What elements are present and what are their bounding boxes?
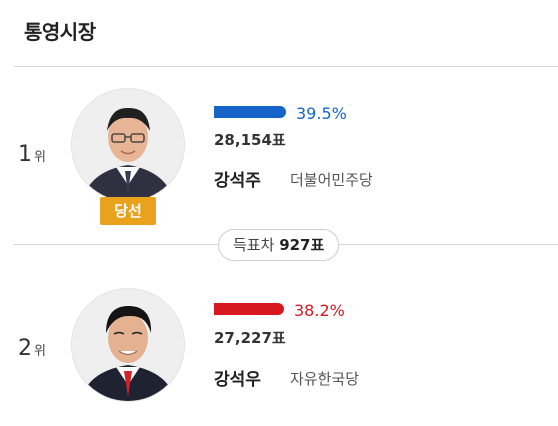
difference-value: 927 [279, 236, 311, 254]
candidate-1-votes: 28,154표 [214, 129, 286, 150]
candidate-2-photo [71, 288, 185, 402]
candidate-2-votes: 27,227표 [214, 327, 286, 348]
candidate-2-party: 자유한국당 [290, 370, 360, 388]
page-title: 통영시장 [24, 20, 96, 44]
candidate-2-rank: 2위 [18, 336, 46, 361]
rank-unit: 위 [34, 150, 46, 165]
candidate-1-party: 더불어민주당 [290, 171, 373, 189]
rank-number: 2 [18, 336, 32, 361]
candidate-2-name: 강석우 [214, 370, 261, 390]
vote-unit: 표 [271, 131, 286, 149]
rank-number: 1 [18, 142, 32, 167]
vote-unit: 표 [271, 329, 286, 347]
vote-count: 28,154 [214, 131, 272, 149]
candidate-1-rank: 1위 [18, 142, 46, 167]
vote-count: 27,227 [214, 329, 272, 347]
candidate-1-name: 강석주 [214, 171, 261, 191]
difference-label: 득표차 [233, 236, 275, 254]
candidate-2-percent: 38.2% [294, 301, 345, 320]
candidate-2-vote-bar [214, 303, 284, 315]
header-divider [14, 66, 558, 67]
candidate-1-percent: 39.5% [296, 104, 347, 123]
elected-badge: 당선 [100, 197, 156, 225]
vote-difference: 득표차 927표 [218, 229, 340, 261]
rank-unit: 위 [34, 344, 46, 359]
candidate-1-photo [71, 88, 185, 202]
candidate-1-vote-bar [214, 106, 286, 118]
difference-unit: 표 [310, 236, 325, 254]
